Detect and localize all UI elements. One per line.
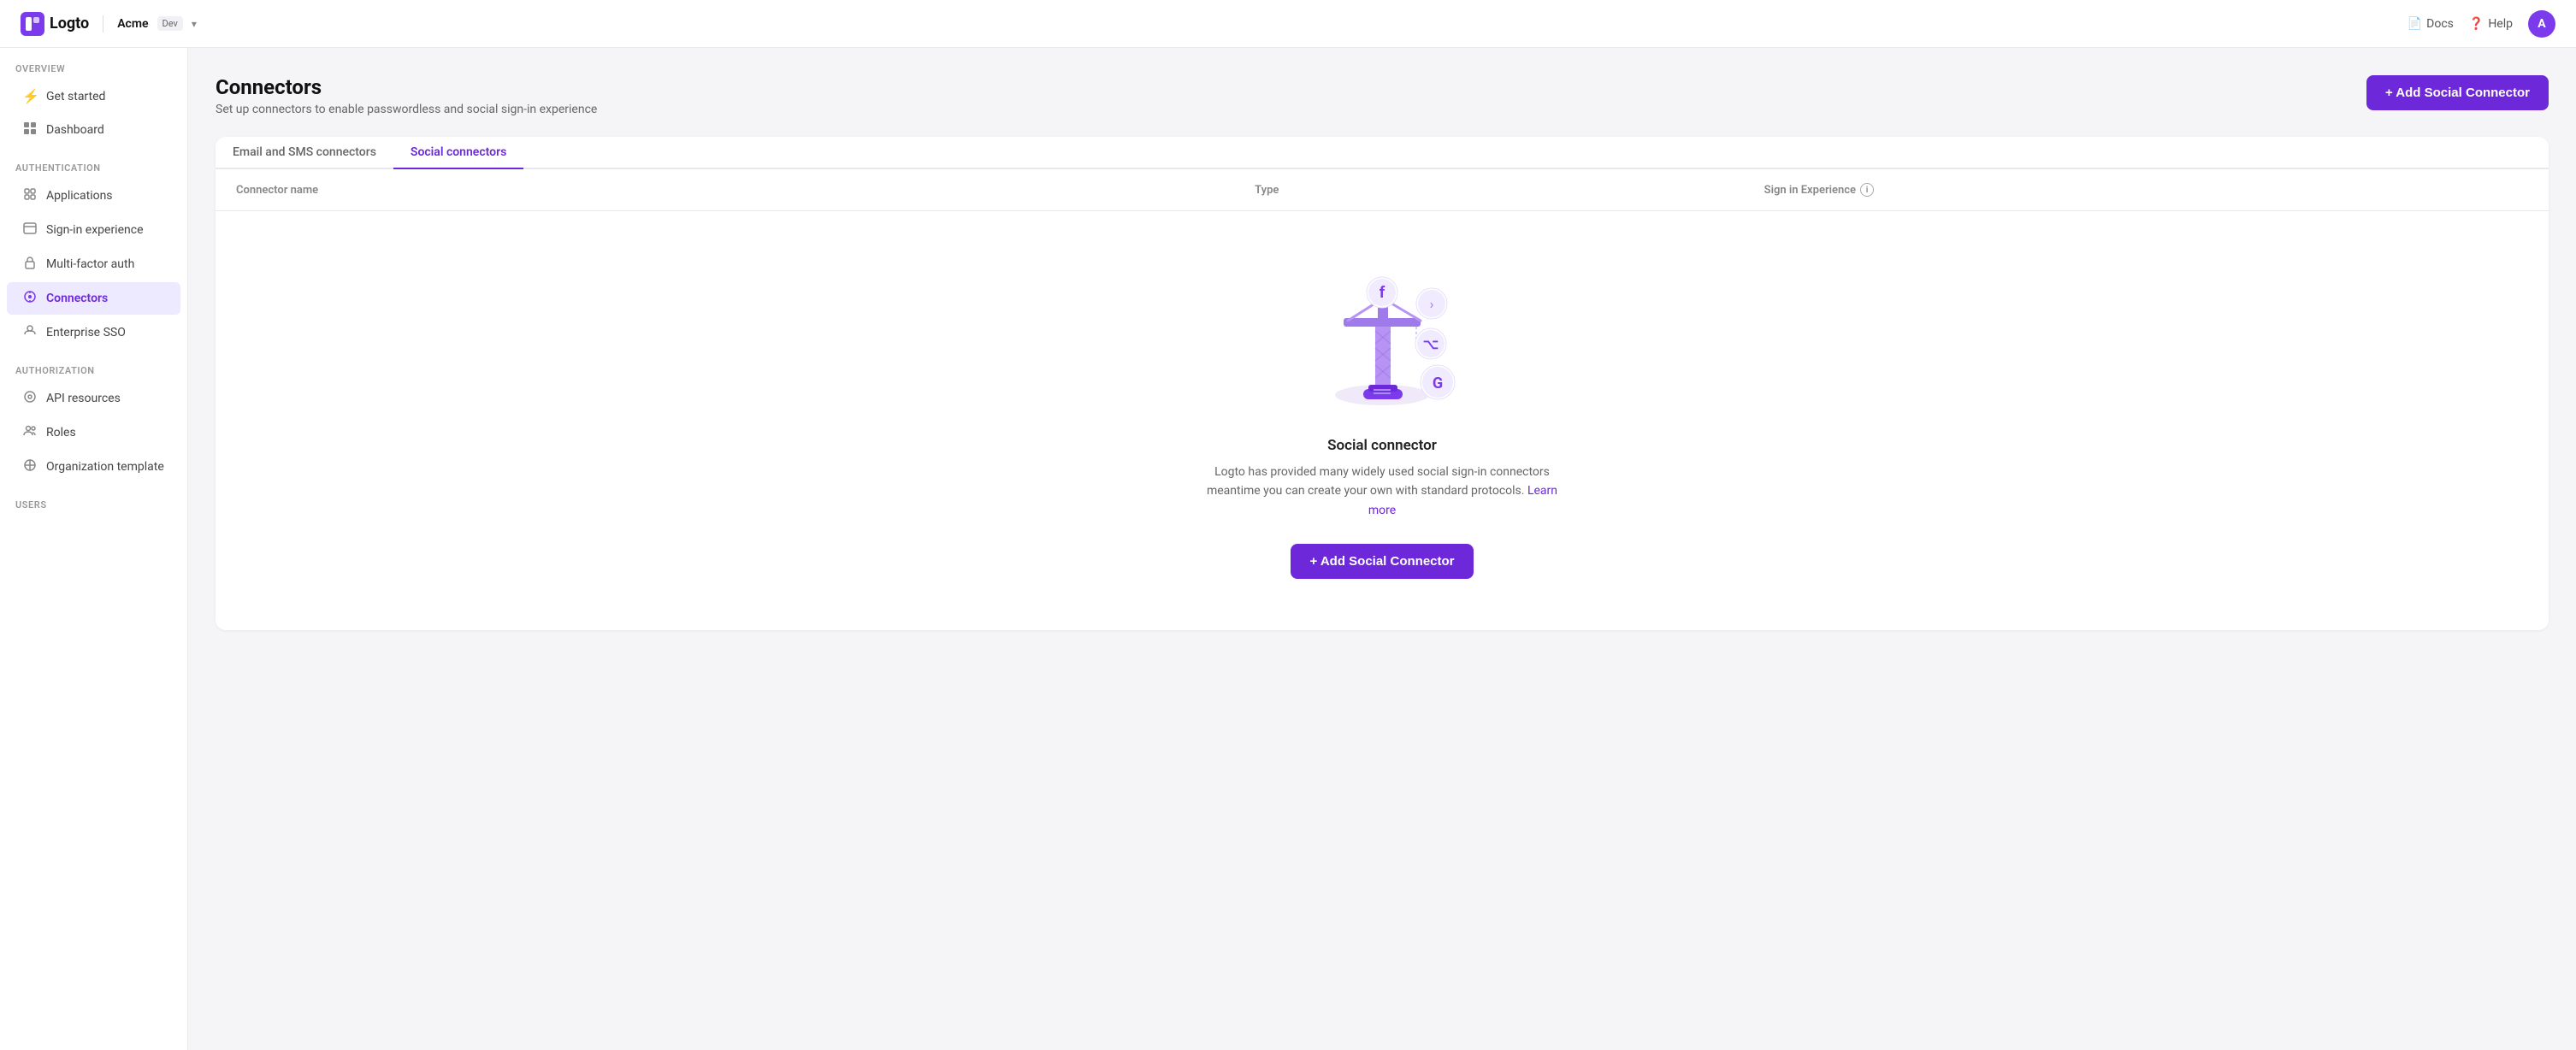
- authorization-section-label: AUTHORIZATION: [0, 350, 187, 381]
- layout: OVERVIEW ⚡ Get started Dashboard AUTHENT…: [0, 0, 2576, 1050]
- column-connector-name: Connector name: [236, 183, 1255, 197]
- social-connector-illustration: f ⌥ G ›: [1305, 262, 1459, 416]
- docs-icon: 📄: [2408, 17, 2422, 31]
- column-type: Type: [1255, 183, 1764, 197]
- lock-icon: [22, 256, 38, 273]
- sidebar-item-dashboard[interactable]: Dashboard: [7, 114, 180, 146]
- topbar-actions: 📄 Docs ❓ Help A: [2408, 10, 2555, 38]
- dashboard-icon: [22, 121, 38, 139]
- help-link[interactable]: ❓ Help: [2469, 17, 2513, 31]
- connectors-table-card: Email and SMS connectors Social connecto…: [216, 137, 2549, 630]
- sidebar-item-sign-in-experience[interactable]: Sign-in experience: [7, 214, 180, 246]
- logo-text: Logto: [50, 15, 89, 32]
- table-header: Connector name Type Sign in Experience i: [216, 169, 2549, 211]
- sidebar-item-label: Connectors: [46, 292, 108, 305]
- sidebar: OVERVIEW ⚡ Get started Dashboard AUTHENT…: [0, 48, 188, 1050]
- overview-section-label: OVERVIEW: [0, 48, 187, 80]
- sidebar-item-enterprise-sso[interactable]: Enterprise SSO: [7, 316, 180, 349]
- sign-in-experience-info-icon[interactable]: i: [1860, 183, 1874, 197]
- empty-state: f ⌥ G › Social con: [216, 211, 2549, 630]
- tenant-name: Acme: [117, 17, 148, 31]
- tenant-env-badge: Dev: [157, 16, 183, 31]
- sidebar-item-api-resources[interactable]: API resources: [7, 382, 180, 415]
- page-subtitle: Set up connectors to enable passwordless…: [216, 103, 597, 116]
- tenant-chevron-icon[interactable]: ▾: [192, 18, 197, 30]
- sidebar-item-label: API resources: [46, 392, 121, 405]
- empty-state-title: Social connector: [1327, 437, 1437, 454]
- page-header: Connectors Set up connectors to enable p…: [216, 75, 2549, 116]
- roles-icon: [22, 424, 38, 441]
- help-label: Help: [2488, 17, 2513, 31]
- enterprise-sso-icon: [22, 324, 38, 341]
- illustration-svg: f ⌥ G ›: [1305, 262, 1459, 416]
- users-section-label: USERS: [0, 484, 187, 516]
- logo-area: Logto Acme Dev ▾: [21, 12, 209, 36]
- sidebar-item-label: Get started: [46, 90, 105, 103]
- docs-label: Docs: [2426, 17, 2454, 31]
- sign-in-icon: [22, 221, 38, 239]
- svg-text:f: f: [1380, 284, 1385, 302]
- main-content: Connectors Set up connectors to enable p…: [188, 48, 2576, 1050]
- sidebar-item-label: Organization template: [46, 460, 164, 474]
- sidebar-item-label: Enterprise SSO: [46, 326, 126, 339]
- help-icon: ❓: [2469, 17, 2484, 31]
- sidebar-item-get-started[interactable]: ⚡ Get started: [7, 80, 180, 112]
- sidebar-item-label: Sign-in experience: [46, 223, 144, 237]
- svg-text:›: ›: [1430, 296, 1434, 312]
- empty-state-description: Logto has provided many widely used soci…: [1202, 463, 1562, 520]
- sidebar-item-roles[interactable]: Roles: [7, 416, 180, 449]
- sidebar-item-organization-template[interactable]: Organization template: [7, 451, 180, 483]
- page-title-area: Connectors Set up connectors to enable p…: [216, 75, 597, 116]
- page-title: Connectors: [216, 75, 597, 99]
- api-resources-icon: [22, 390, 38, 407]
- column-sign-in-experience: Sign in Experience i: [1764, 183, 2528, 197]
- svg-text:⌥: ⌥: [1423, 336, 1439, 352]
- add-social-connector-button[interactable]: + Add Social Connector: [2366, 75, 2549, 110]
- sidebar-item-label: Dashboard: [46, 123, 104, 137]
- sidebar-item-label: Roles: [46, 426, 76, 439]
- sidebar-item-label: Multi-factor auth: [46, 257, 134, 271]
- logto-logo-icon: [21, 12, 44, 36]
- connectors-icon: [22, 290, 38, 307]
- tab-email-sms[interactable]: Email and SMS connectors: [216, 137, 393, 169]
- lightning-icon: ⚡: [22, 88, 38, 104]
- applications-icon: [22, 187, 38, 204]
- org-template-icon: [22, 458, 38, 475]
- sidebar-item-connectors[interactable]: Connectors: [7, 282, 180, 315]
- sidebar-item-mfa[interactable]: Multi-factor auth: [7, 248, 180, 280]
- user-avatar[interactable]: A: [2528, 10, 2555, 38]
- docs-link[interactable]: 📄 Docs: [2408, 17, 2454, 31]
- tab-social[interactable]: Social connectors: [393, 137, 523, 169]
- authentication-section-label: AUTHENTICATION: [0, 147, 187, 179]
- sidebar-item-label: Applications: [46, 189, 113, 203]
- svg-text:G: G: [1433, 375, 1443, 392]
- connector-tabs: Email and SMS connectors Social connecto…: [216, 137, 2549, 169]
- topbar: Logto Acme Dev ▾ 📄 Docs ❓ Help A: [0, 0, 2576, 48]
- empty-state-add-button[interactable]: + Add Social Connector: [1291, 544, 1473, 579]
- sidebar-item-applications[interactable]: Applications: [7, 180, 180, 212]
